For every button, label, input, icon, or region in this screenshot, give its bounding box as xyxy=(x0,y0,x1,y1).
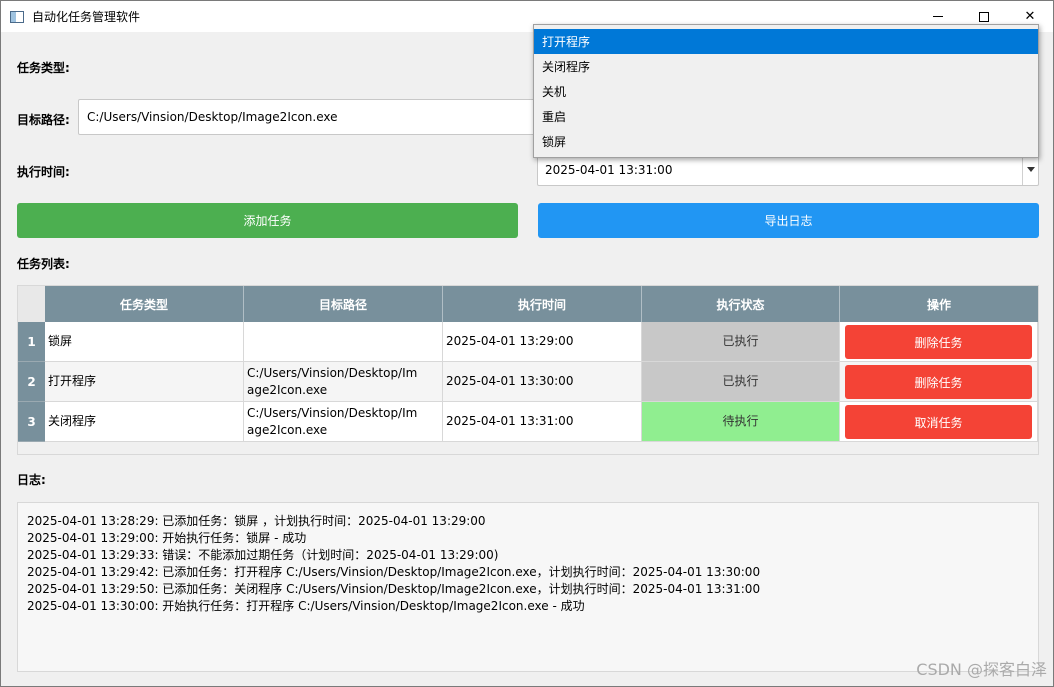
export-log-button[interactable]: 导出日志 xyxy=(538,203,1039,238)
app-icon xyxy=(10,10,24,23)
cell-target-path[interactable] xyxy=(244,322,443,362)
target-path-value: C:/Users/Vinsion/Desktop/Image2Icon.exe xyxy=(87,110,338,124)
log-line: 2025-04-01 13:29:42: 已添加任务：打开程序 C:/Users… xyxy=(27,565,761,579)
status-badge: 待执行 xyxy=(642,402,840,442)
cell-target-path-text: C:/Users/Vinsion/Desktop/Image2Icon.exe xyxy=(247,365,418,397)
table-corner[interactable] xyxy=(18,286,45,322)
app-window: 自动化任务管理软件 ✕ 任务类型: 目标路径: 执行时间: C:/Users/V… xyxy=(0,0,1054,687)
cell-exec-time[interactable]: 2025-04-01 13:30:00 xyxy=(443,362,642,402)
status-badge: 已执行 xyxy=(642,362,840,402)
cancel-task-button[interactable]: 取消任务 xyxy=(845,405,1032,439)
cell-task-type[interactable]: 打开程序 xyxy=(45,362,244,402)
header-task-type[interactable]: 任务类型 xyxy=(45,286,244,322)
cell-exec-time[interactable]: 2025-04-01 13:29:00 xyxy=(443,322,642,362)
cell-task-type[interactable]: 关闭程序 xyxy=(45,402,244,442)
row-header[interactable]: 1 xyxy=(18,322,45,362)
maximize-icon xyxy=(979,11,989,22)
close-icon: ✕ xyxy=(1024,9,1036,24)
cell-exec-time[interactable]: 2025-04-01 13:31:00 xyxy=(443,402,642,442)
exec-time-value: 2025-04-01 13:31:00 xyxy=(545,162,673,177)
dropdown-option-open-program[interactable]: 打开程序 xyxy=(534,29,1038,54)
cell-target-path-text: C:/Users/Vinsion/Desktop/Image2Icon.exe xyxy=(247,405,418,437)
dropdown-option-shutdown[interactable]: 关机 xyxy=(534,79,1038,104)
minimize-icon xyxy=(933,16,943,17)
row-header[interactable]: 2 xyxy=(18,362,45,402)
task-type-label: 任务类型: xyxy=(17,61,70,75)
watermark: CSDN @探客白泽 xyxy=(916,660,1047,679)
chevron-down-icon[interactable] xyxy=(1022,154,1038,185)
target-path-input[interactable]: C:/Users/Vinsion/Desktop/Image2Icon.exe xyxy=(78,99,538,135)
target-path-label: 目标路径: xyxy=(17,113,70,127)
log-label: 日志: xyxy=(17,473,46,487)
status-badge: 已执行 xyxy=(642,322,840,362)
header-target-path[interactable]: 目标路径 xyxy=(244,286,443,322)
row-header[interactable]: 3 xyxy=(18,402,45,442)
log-line: 2025-04-01 13:30:00: 开始执行任务：打开程序 C:/User… xyxy=(27,599,585,613)
header-action[interactable]: 操作 xyxy=(840,286,1038,322)
task-list-label: 任务列表: xyxy=(17,257,70,271)
log-line: 2025-04-01 13:29:50: 已添加任务：关闭程序 C:/Users… xyxy=(27,582,761,596)
add-task-button[interactable]: 添加任务 xyxy=(17,203,518,238)
header-exec-status[interactable]: 执行状态 xyxy=(642,286,840,322)
log-line: 2025-04-01 13:28:29: 已添加任务：锁屏 ，计划执行时间：20… xyxy=(27,514,486,528)
header-exec-time[interactable]: 执行时间 xyxy=(443,286,642,322)
task-table: 任务类型 目标路径 执行时间 执行状态 操作 1 锁屏 2025-04-01 1… xyxy=(17,285,1039,455)
window-title: 自动化任务管理软件 xyxy=(32,10,141,24)
log-line: 2025-04-01 13:29:00: 开始执行任务：锁屏 - 成功 xyxy=(27,531,307,545)
cell-target-path[interactable]: C:/Users/Vinsion/Desktop/Image2Icon.exe xyxy=(244,402,443,442)
dropdown-option-close-program[interactable]: 关闭程序 xyxy=(534,54,1038,79)
cell-target-path[interactable]: C:/Users/Vinsion/Desktop/Image2Icon.exe xyxy=(244,362,443,402)
log-textarea[interactable]: 2025-04-01 13:28:29: 已添加任务：锁屏 ，计划执行时间：20… xyxy=(17,502,1039,672)
log-line: 2025-04-01 13:29:33: 错误：不能添加过期任务（计划时间：20… xyxy=(27,548,499,562)
delete-task-button[interactable]: 删除任务 xyxy=(845,365,1032,399)
cell-task-type[interactable]: 锁屏 xyxy=(45,322,244,362)
dropdown-option-lock-screen[interactable]: 锁屏 xyxy=(534,129,1038,154)
dropdown-option-restart[interactable]: 重启 xyxy=(534,104,1038,129)
exec-time-label: 执行时间: xyxy=(17,165,70,179)
task-type-dropdown[interactable]: 打开程序 关闭程序 关机 重启 锁屏 xyxy=(533,24,1039,158)
delete-task-button[interactable]: 删除任务 xyxy=(845,325,1032,359)
